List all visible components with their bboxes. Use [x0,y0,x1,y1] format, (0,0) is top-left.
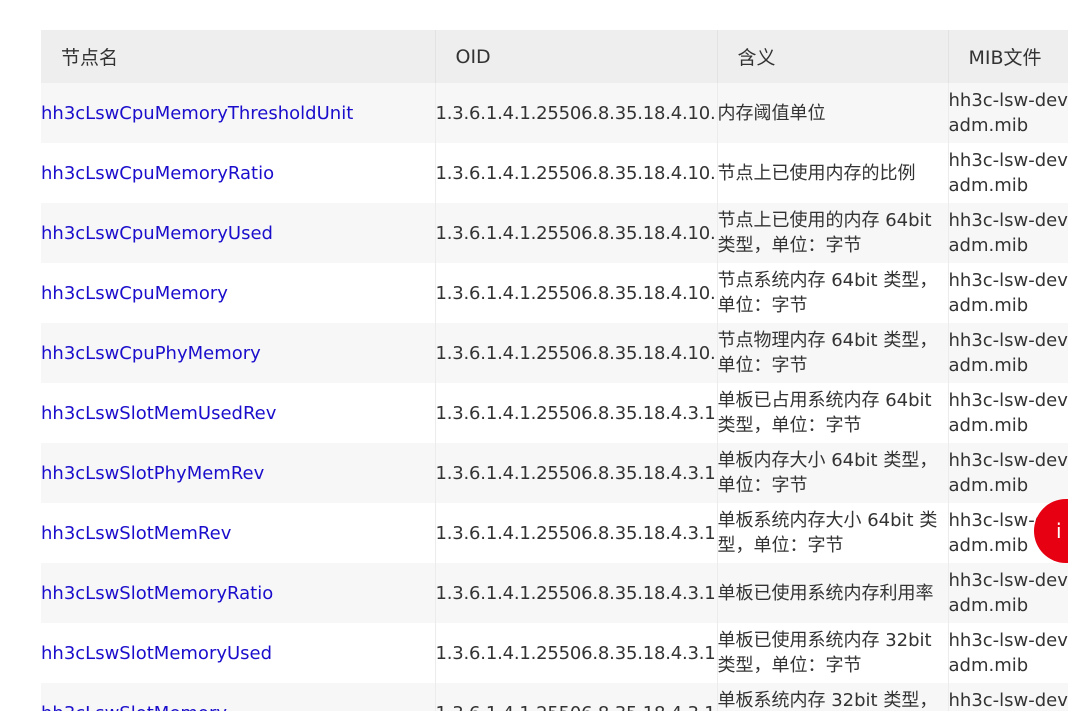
node-name-link[interactable]: hh3cLswSlotMemRev [41,523,231,544]
cell-oid: 1.3.6.1.4.1.25506.8.35.18.4.3.1.20 [435,503,718,563]
header-node-name: 节点名 [41,30,436,83]
cell-meaning: 节点上已使用内存的比例 [717,143,949,203]
table-row: hh3cLswCpuMemoryRatio 1.3.6.1.4.1.25506.8… [41,143,1068,203]
cell-oid: 1.3.6.1.4.1.25506.8.35.18.4.3.1.11 [435,683,718,711]
cell-oid: 1.3.6.1.4.1.25506.8.35.18.4.10.1.25 [435,83,718,143]
floating-action-label: i [1056,519,1062,543]
cell-mib-file: hh3c-lsw-dev-adm.mib [948,443,1068,503]
cell-meaning: 节点物理内存 64bit 类型，单位：字节 [717,323,949,383]
cell-oid: 1.3.6.1.4.1.25506.8.35.18.4.3.1.12 [435,623,718,683]
node-name-link[interactable]: hh3cLswCpuMemory [41,283,228,304]
table-row: hh3cLswCpuMemoryThresholdUnit 1.3.6.1.4.1… [41,83,1068,143]
cell-oid: 1.3.6.1.4.1.25506.8.35.18.4.3.1.13 [435,563,718,623]
page: 节点名 OID 含义 MIB文件 hh3cLswCpuMemoryThresho… [0,0,1068,711]
cell-oid: 1.3.6.1.4.1.25506.8.35.18.4.3.1.22 [435,383,718,443]
cell-meaning: 单板系统内存大小 64bit 类型，单位：字节 [717,503,949,563]
table-row: hh3cLswCpuPhyMemory 1.3.6.1.4.1.25506.8.3… [41,323,1068,383]
cell-mib-file: hh3c-lsw-dev-adm.mib [948,323,1068,383]
cell-node-name: hh3cLswSlotMemoryRatio [41,563,436,623]
cell-meaning: 单板已使用系统内存 32bit 类型，单位：字节 [717,623,949,683]
cell-mib-file: hh3c-lsw-dev-adm.mib [948,383,1068,443]
cell-meaning: 节点上已使用的内存 64bit 类型，单位：字节 [717,203,949,263]
cell-node-name: hh3cLswSlotMemoryUsed [41,623,436,683]
table-row: hh3cLswCpuMemory 1.3.6.1.4.1.25506.8.35.1… [41,263,1068,323]
cell-node-name: hh3cLswCpuMemory [41,263,436,323]
node-name-link[interactable]: hh3cLswCpuPhyMemory [41,343,261,364]
mib-node-table: 节点名 OID 含义 MIB文件 hh3cLswCpuMemoryThresho… [41,30,1068,711]
cell-meaning: 单板内存大小 64bit 类型，单位：字节 [717,443,949,503]
cell-meaning: 单板系统内存 32bit 类型，单位：字节 [717,683,949,711]
cell-mib-file: hh3c-lsw-dev-adm.mib [948,83,1068,143]
cell-mib-file: hh3c-lsw-dev-adm.mib [948,683,1068,711]
cell-node-name: hh3cLswCpuMemoryUsed [41,203,436,263]
table-row: hh3cLswSlotMemoryRatio 1.3.6.1.4.1.25506.… [41,563,1068,623]
table-row: hh3cLswCpuMemoryUsed 1.3.6.1.4.1.25506.8.… [41,203,1068,263]
cell-node-name: hh3cLswCpuMemoryRatio [41,143,436,203]
cell-mib-file: hh3c-lsw-dev-adm.mib [948,203,1068,263]
table-body: hh3cLswCpuMemoryThresholdUnit 1.3.6.1.4.1… [41,83,1068,711]
cell-node-name: hh3cLswSlotMemRev [41,503,436,563]
cell-meaning: 节点系统内存 64bit 类型，单位：字节 [717,263,949,323]
table-header: 节点名 OID 含义 MIB文件 [41,30,1068,83]
table-row: hh3cLswSlotMemoryUsed 1.3.6.1.4.1.25506.8… [41,623,1068,683]
table-row: hh3cLswSlotMemUsedRev 1.3.6.1.4.1.25506.8… [41,383,1068,443]
cell-oid: 1.3.6.1.4.1.25506.8.35.18.4.10.1.7 [435,323,718,383]
table-row: hh3cLswSlotMemory 1.3.6.1.4.1.25506.8.35.… [41,683,1068,711]
cell-mib-file: hh3c-lsw-dev-adm.mib [948,263,1068,323]
node-name-link[interactable]: hh3cLswCpuMemoryRatio [41,163,274,184]
cell-meaning: 内存阈值单位 [717,83,949,143]
cell-mib-file: hh3c-lsw-dev-adm.mib [948,143,1068,203]
node-name-link[interactable]: hh3cLswCpuMemoryUsed [41,223,273,244]
cell-node-name: hh3cLswSlotMemory [41,683,436,711]
cell-node-name: hh3cLswCpuPhyMemory [41,323,436,383]
node-name-link[interactable]: hh3cLswCpuMemoryThresholdUnit [41,103,353,124]
node-name-link[interactable]: hh3cLswSlotMemory [41,703,227,711]
node-name-link[interactable]: hh3cLswSlotMemoryRatio [41,583,273,604]
cell-node-name: hh3cLswSlotMemUsedRev [41,383,436,443]
cell-oid: 1.3.6.1.4.1.25506.8.35.18.4.10.1.9 [435,203,718,263]
cell-oid: 1.3.6.1.4.1.25506.8.35.18.4.10.1.10 [435,143,718,203]
node-name-link[interactable]: hh3cLswSlotMemUsedRev [41,403,276,424]
cell-mib-file: hh3c-lsw-dev-adm.mib [948,623,1068,683]
cell-meaning: 单板已使用系统内存利用率 [717,563,949,623]
cell-oid: 1.3.6.1.4.1.25506.8.35.18.4.10.1.8 [435,263,718,323]
header-mib-file: MIB文件 [948,30,1068,83]
cell-node-name: hh3cLswCpuMemoryThresholdUnit [41,83,436,143]
header-row: 节点名 OID 含义 MIB文件 [41,30,1068,83]
node-name-link[interactable]: hh3cLswSlotPhyMemRev [41,463,264,484]
cell-mib-file: hh3c-lsw-dev-adm.mib [948,563,1068,623]
node-name-link[interactable]: hh3cLswSlotMemoryUsed [41,643,272,664]
cell-meaning: 单板已占用系统内存 64bit 类型，单位：字节 [717,383,949,443]
table-row: hh3cLswSlotMemRev 1.3.6.1.4.1.25506.8.35.… [41,503,1068,563]
header-meaning: 含义 [717,30,949,83]
table-row: hh3cLswSlotPhyMemRev 1.3.6.1.4.1.25506.8.… [41,443,1068,503]
cell-oid: 1.3.6.1.4.1.25506.8.35.18.4.3.1.21 [435,443,718,503]
cell-node-name: hh3cLswSlotPhyMemRev [41,443,436,503]
header-oid: OID [435,30,718,83]
